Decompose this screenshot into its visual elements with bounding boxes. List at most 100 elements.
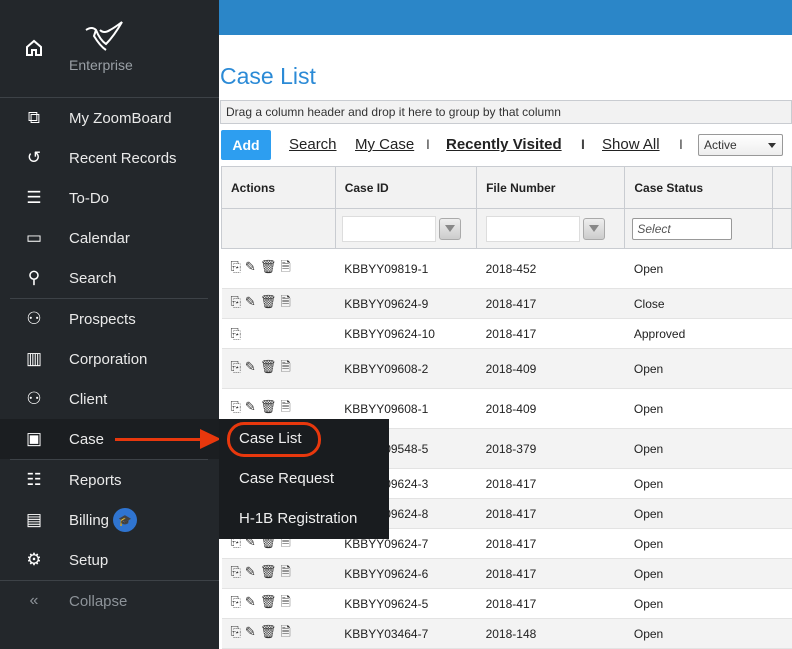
header-case-status[interactable]: Case Status — [624, 166, 773, 209]
open-icon[interactable]: ⎘ — [231, 399, 241, 415]
edit-icon[interactable]: ✎ — [245, 399, 256, 415]
sidebar-item-to-do[interactable]: ☰ To-Do — [0, 178, 219, 218]
sidebar-item-recent-records[interactable]: ↺ Recent Records — [0, 138, 219, 178]
sidebar-item-label: Client — [69, 390, 108, 408]
sidebar-item-reports[interactable]: ☷ Reports — [0, 460, 219, 500]
delete-icon[interactable]: 🗑 — [260, 564, 277, 580]
top-bar — [219, 0, 792, 35]
my-case-link[interactable]: My Case — [355, 136, 414, 153]
document-icon[interactable]: 🗎 — [280, 563, 290, 585]
open-icon[interactable]: ⎘ — [231, 594, 241, 610]
filter-actions — [221, 208, 336, 249]
separator: I — [679, 136, 683, 152]
document-icon[interactable]: 🗎 — [280, 358, 290, 380]
sidebar-item-my-zoomboard[interactable]: ⧉ My ZoomBoard — [0, 98, 219, 138]
sidebar-item-search[interactable]: ⚲ Search — [0, 258, 219, 298]
open-icon[interactable]: ⎘ — [231, 359, 241, 375]
case-id[interactable]: KBBYY09624-10 — [335, 318, 477, 349]
table-row[interactable]: ⎘ ✎ 🗑 🗎 KBBYY09819-1 2018-452 Open — [221, 248, 792, 289]
delete-icon[interactable]: 🗑 — [260, 259, 277, 275]
document-icon[interactable]: 🗎 — [280, 293, 290, 315]
edit-icon[interactable]: ✎ — [245, 624, 256, 640]
case-id[interactable]: KBBYY03464-7 — [335, 618, 477, 649]
case-id[interactable]: KBBYY09624-5 — [335, 588, 477, 619]
sidebar-item-setup[interactable]: ⚙ Setup — [0, 540, 219, 580]
case-status: Close — [624, 288, 773, 319]
file-number: 2018-417 — [476, 528, 625, 559]
case-id-filter-input[interactable] — [341, 215, 436, 242]
home-icon[interactable] — [24, 38, 44, 58]
brand-name: Enterprise — [69, 57, 133, 73]
recently-visited-link[interactable]: Recently Visited — [446, 136, 562, 153]
table-row[interactable]: ⎘ ✎ 🗑 🗎 KBBYY09624-6 2018-417 Open — [221, 558, 792, 589]
case-status: Open — [624, 248, 773, 289]
search-link[interactable]: Search — [289, 136, 337, 153]
table-row[interactable]: ⎘ ✎ 🗑 🗎 KBBYY09608-2 2018-409 Open — [221, 348, 792, 389]
open-icon[interactable]: ⎘ — [231, 259, 241, 275]
file-number: 2018-417 — [476, 288, 625, 319]
delete-icon[interactable]: 🗑 — [260, 399, 277, 415]
delete-icon[interactable]: 🗑 — [260, 294, 277, 310]
sidebar-item-corporation[interactable]: ▥ Corporation — [0, 339, 219, 379]
separator: I — [426, 136, 430, 152]
edit-icon[interactable]: ✎ — [245, 594, 256, 610]
sidebar-item-prospects[interactable]: ⚇ Prospects — [0, 299, 219, 339]
collapse-button[interactable]: « Collapse — [0, 581, 219, 621]
row-actions: ⎘✎🗑🗎 — [221, 588, 336, 619]
header-case-id[interactable]: Case ID — [334, 166, 478, 209]
todo-icon: ☰ — [26, 188, 42, 207]
group-by-area[interactable]: Drag a column header and drop it here to… — [220, 100, 792, 124]
sidebar: Enterprise ⧉ My ZoomBoard ↺ Recent Records ☰… — [0, 0, 219, 649]
case-status: Open — [624, 588, 773, 619]
graduation-cap-icon[interactable]: 🎓 — [113, 508, 137, 532]
add-button[interactable]: Add — [221, 130, 271, 160]
delete-icon[interactable]: 🗑 — [260, 359, 277, 375]
file-number: 2018-417 — [476, 498, 625, 529]
open-icon[interactable]: ⎘ — [231, 624, 241, 640]
case-status: Open — [624, 618, 773, 649]
row-actions: ⎘✎🗑🗎 — [221, 248, 336, 289]
table-row[interactable]: ⎘ KBBYY09624-10 2018-417 Approved — [221, 318, 792, 349]
header-actions[interactable]: Actions — [221, 166, 336, 209]
status-filter-select[interactable]: Active — [698, 134, 783, 156]
edit-icon[interactable]: ✎ — [245, 564, 256, 580]
table-row[interactable]: ⎘ ✎ 🗑 🗎 KBBYY03464-7 2018-148 Open — [221, 618, 792, 649]
case-id[interactable]: KBBYY09624-6 — [335, 558, 477, 589]
submenu-case-request[interactable]: Case Request — [239, 470, 334, 487]
submenu-h1b-registration[interactable]: H-1B Registration — [239, 510, 357, 527]
document-icon[interactable]: 🗎 — [280, 623, 290, 645]
separator: I — [581, 136, 585, 152]
filter-icon[interactable] — [583, 217, 606, 240]
case-status-filter-select[interactable]: Select — [632, 217, 733, 240]
document-icon[interactable]: 🗎 — [280, 593, 290, 615]
sidebar-item-client[interactable]: ⚇ Client — [0, 379, 219, 419]
delete-icon[interactable]: 🗑 — [260, 594, 277, 610]
edit-icon[interactable]: ✎ — [245, 359, 256, 375]
show-all-link[interactable]: Show All — [602, 136, 660, 153]
delete-icon[interactable]: 🗑 — [260, 624, 277, 640]
case-id[interactable]: KBBYY09819-1 — [335, 248, 477, 289]
case-id[interactable]: KBBYY09608-2 — [335, 348, 477, 389]
open-icon[interactable]: ⎘ — [231, 564, 241, 580]
header-file-number[interactable]: File Number — [476, 166, 626, 209]
sidebar-item-calendar[interactable]: ▭ Calendar — [0, 218, 219, 258]
file-number-filter-input[interactable] — [486, 215, 581, 242]
case-id[interactable]: KBBYY09624-9 — [335, 288, 477, 319]
table-row[interactable]: ⎘ ✎ 🗑 🗎 KBBYY09624-9 2018-417 Close — [221, 288, 792, 319]
document-icon[interactable]: 🗎 — [280, 398, 290, 420]
sidebar-item-billing[interactable]: ▤ Billing 🎓 — [0, 500, 219, 540]
page-title: Case List — [220, 63, 316, 89]
document-icon[interactable]: 🗎 — [280, 258, 290, 280]
filter-icon[interactable] — [438, 217, 461, 240]
file-number: 2018-417 — [476, 468, 625, 499]
table-row[interactable]: ⎘ ✎ 🗑 🗎 KBBYY09624-5 2018-417 Open — [221, 588, 792, 619]
open-icon[interactable]: ⎘ — [231, 326, 241, 342]
search-icon: ⚲ — [27, 268, 41, 287]
sidebar-item-label: Prospects — [69, 310, 136, 328]
open-icon[interactable]: ⎘ — [231, 294, 241, 310]
edit-icon[interactable]: ✎ — [245, 294, 256, 310]
edit-icon[interactable]: ✎ — [245, 259, 256, 275]
briefcase-icon: ▣ — [25, 429, 43, 448]
file-number: 2018-417 — [476, 588, 625, 619]
sidebar-item-label: Case — [69, 430, 105, 448]
